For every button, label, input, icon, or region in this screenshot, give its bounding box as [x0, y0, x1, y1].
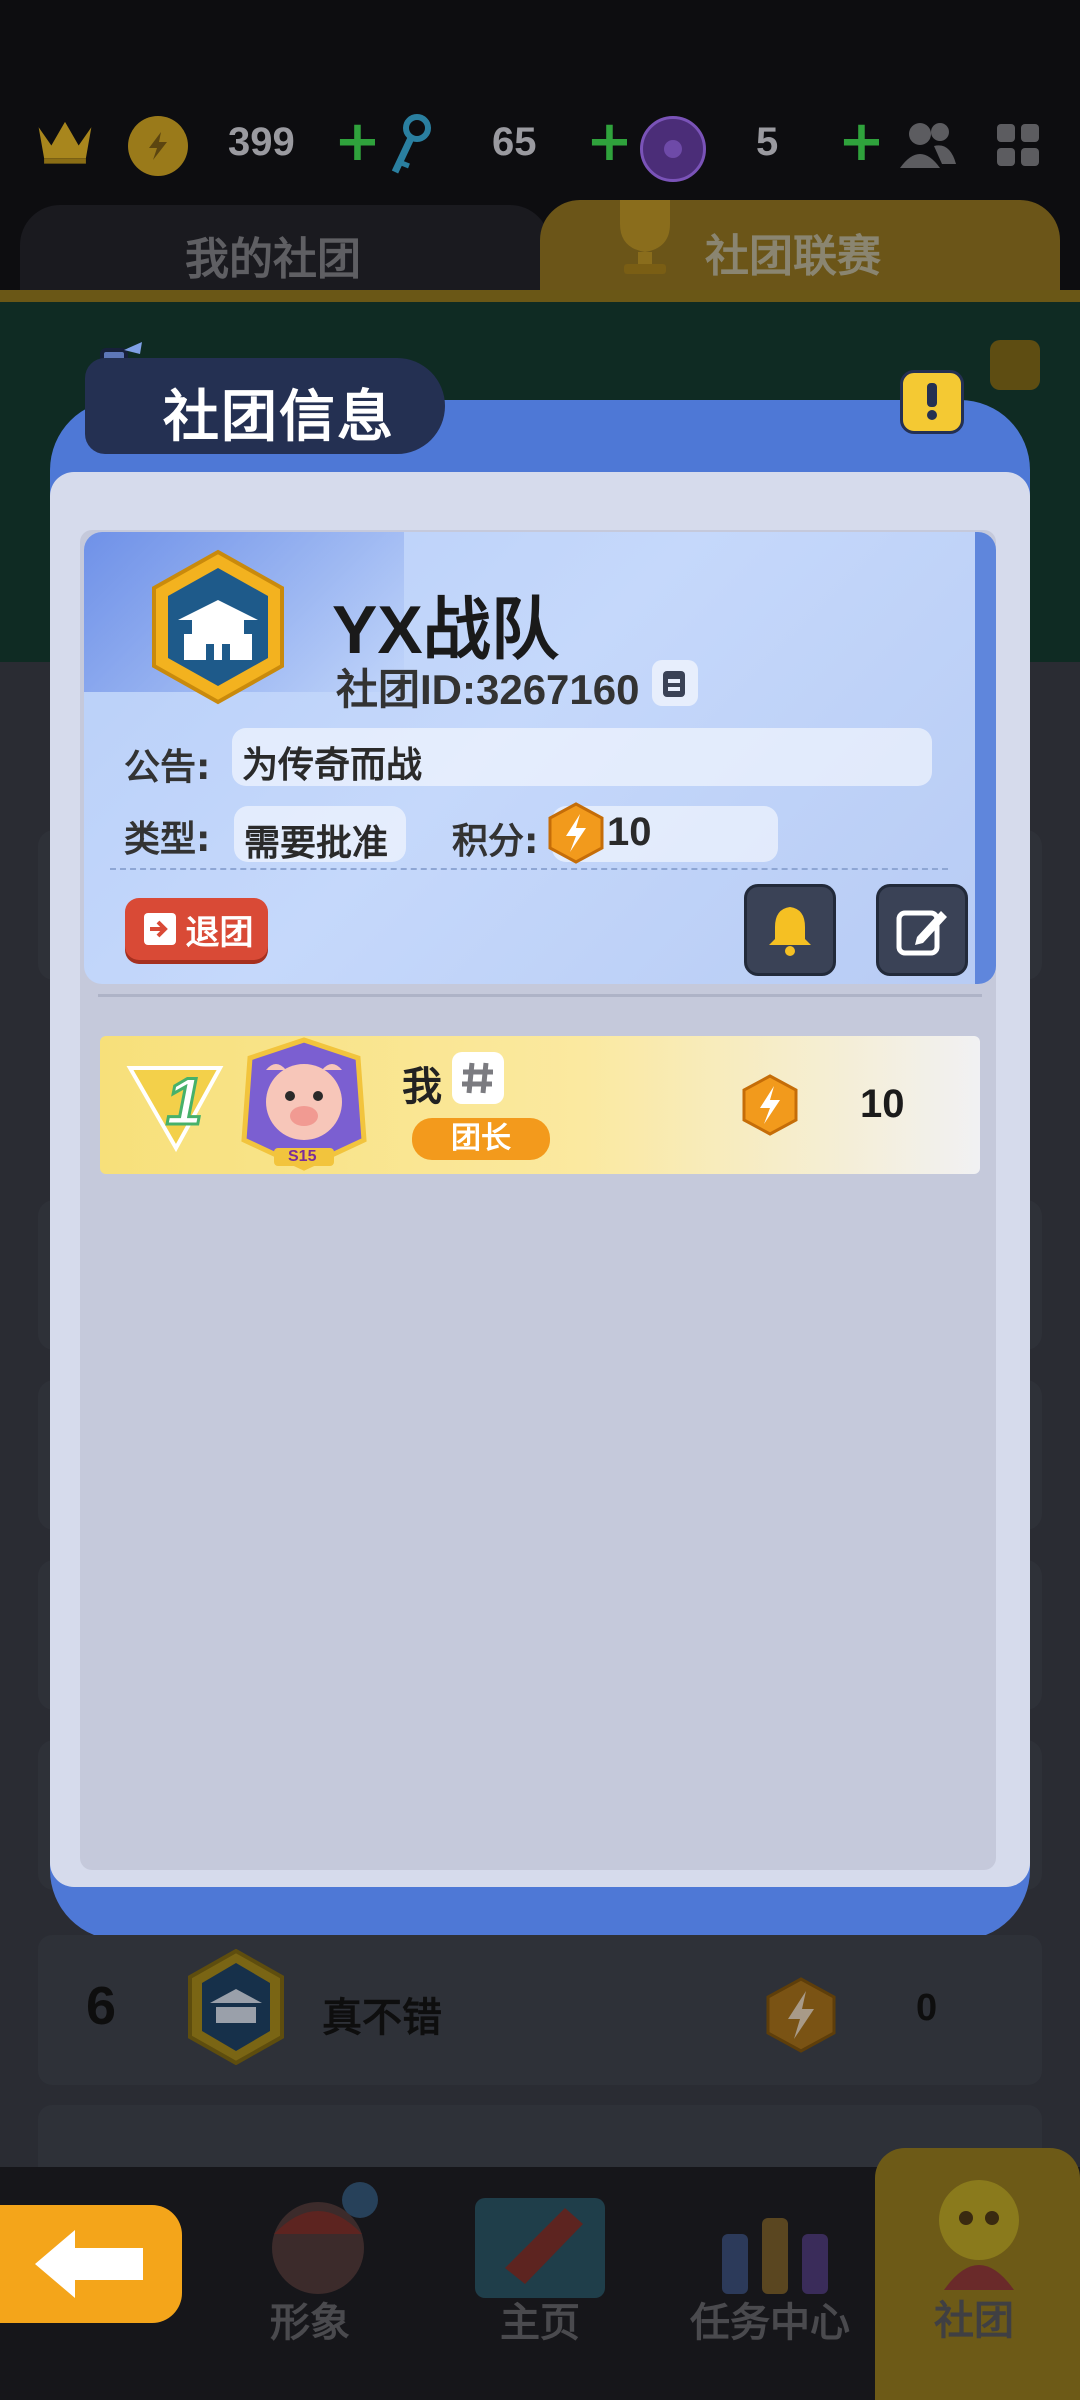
member-row[interactable]: 1 S15 我 团长 10 — [100, 1036, 980, 1174]
nav-item-home[interactable]: 主页 — [455, 2178, 635, 2378]
card-edge — [975, 532, 996, 984]
exclamation-icon — [927, 383, 937, 420]
resource-bar: 399 + 65 + 5 + — [0, 110, 1080, 185]
club-row-score: 0 — [916, 1987, 938, 2029]
quit-club-label: 退团 — [185, 912, 254, 953]
back-button[interactable] — [0, 2205, 182, 2323]
card-bottom-divider — [98, 994, 982, 997]
leader-badge: 团长 — [412, 1118, 550, 1160]
add-keys-button[interactable]: + — [586, 114, 633, 170]
club-row-rank: 6 — [86, 1976, 117, 2036]
tab-my-club[interactable]: 我的社团 — [20, 205, 550, 295]
task-center-icon — [722, 2218, 828, 2294]
club-nav-icon — [939, 2180, 1019, 2290]
add-tokens-button[interactable]: + — [838, 114, 885, 170]
member-tag-button[interactable] — [452, 1052, 504, 1104]
bell-icon — [769, 907, 811, 956]
notification-button[interactable] — [744, 884, 836, 976]
type-value: 需要批准 — [244, 823, 389, 864]
modal-title-banner: 社团信息 — [85, 358, 445, 454]
nav-item-label: 主页 — [500, 2300, 580, 2346]
type-label: 类型: — [124, 819, 211, 860]
coin-count: 399 — [228, 120, 295, 164]
nav-item-tasks[interactable]: 任务中心 — [680, 2178, 870, 2378]
points-icon — [548, 802, 604, 868]
nav-item-avatar[interactable]: 形象 — [228, 2178, 408, 2378]
banner-help-icon — [990, 340, 1040, 390]
season-badge: S15 — [288, 1148, 317, 1165]
crown-icon[interactable] — [35, 110, 95, 170]
key-icon — [385, 114, 435, 182]
copy-icon — [663, 671, 685, 697]
map-icon — [475, 2198, 605, 2298]
token-count: 5 — [756, 120, 779, 164]
token-icon — [640, 116, 706, 182]
club-row-score-icon — [766, 1977, 836, 2057]
nav-item-label: 社团 — [934, 2298, 1014, 2344]
points-label: 积分: — [452, 821, 539, 862]
menu-grid-icon[interactable] — [995, 122, 1043, 174]
rank-badge: 1 — [120, 1048, 230, 1162]
key-count: 65 — [492, 120, 537, 164]
club-emblem-icon — [148, 548, 288, 712]
tab-league-label: 社团联赛 — [705, 231, 881, 282]
member-score-icon — [742, 1074, 798, 1140]
copy-id-button[interactable] — [652, 660, 698, 706]
modal-title: 社团信息 — [163, 385, 395, 450]
hashtag-icon — [462, 1062, 493, 1094]
nav-item-label: 形象 — [270, 2300, 350, 2346]
trophy-icon — [600, 190, 690, 284]
club-id: 社团ID:3267160 — [336, 666, 640, 713]
edit-icon — [896, 910, 947, 956]
notice-value: 为传奇而战 — [242, 745, 423, 786]
back-arrow-icon — [35, 2230, 143, 2298]
points-value: 10 — [607, 810, 652, 854]
tab-underline — [0, 290, 1080, 302]
club-list-row: 6 真不错 0 — [38, 1935, 1042, 2085]
club-row-emblem-icon — [188, 1948, 284, 2069]
tab-club-league[interactable]: 社团联赛 — [540, 200, 1060, 295]
notice-field: 为传奇而战 — [232, 728, 932, 786]
member-name: 我 — [402, 1064, 442, 1110]
card-divider — [110, 868, 948, 870]
exit-icon — [143, 913, 176, 945]
coin-icon — [128, 116, 188, 176]
edit-button[interactable] — [876, 884, 968, 976]
add-coins-button[interactable]: + — [334, 114, 381, 170]
tab-my-club-label: 我的社团 — [185, 234, 361, 285]
friends-icon[interactable] — [898, 118, 958, 176]
nav-item-label: 任务中心 — [690, 2300, 850, 2346]
notice-label: 公告: — [124, 747, 211, 788]
member-score: 10 — [860, 1082, 905, 1126]
type-field: 需要批准 — [234, 806, 406, 864]
rank-number: 1 — [166, 1064, 203, 1138]
quit-club-button[interactable]: 退团 — [125, 898, 268, 960]
nav-item-club[interactable]: 社团 — [890, 2170, 1070, 2380]
help-button[interactable] — [900, 370, 964, 434]
club-row-name: 真不错 — [322, 1995, 442, 2041]
